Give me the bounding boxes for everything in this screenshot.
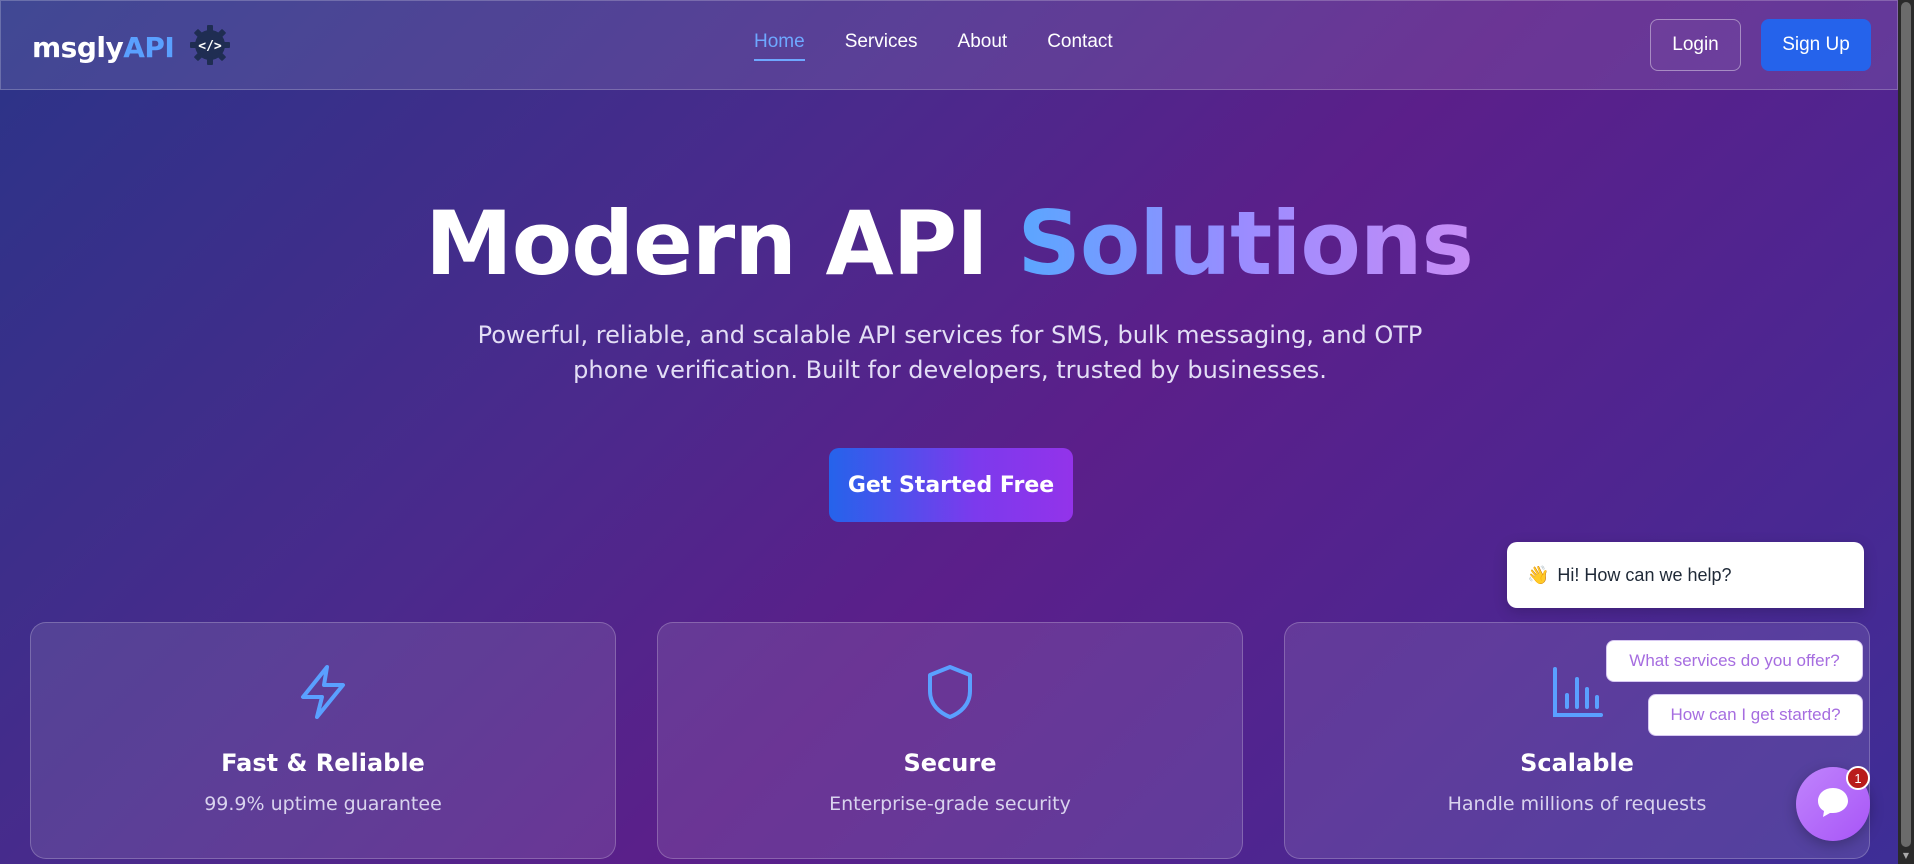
feature-card-fast: Fast & Reliable 99.9% uptime guarantee: [30, 622, 616, 859]
nav-home[interactable]: Home: [754, 31, 805, 61]
feature-desc: Handle millions of requests: [1447, 793, 1707, 815]
gear-code-icon: </>: [188, 23, 232, 67]
scroll-down-arrow-icon[interactable]: ▼: [1901, 850, 1911, 862]
nav-contact[interactable]: Contact: [1047, 31, 1112, 61]
chat-greeting[interactable]: 👋 Hi! How can we help?: [1507, 542, 1864, 608]
shield-icon: [922, 663, 978, 721]
feature-desc: 99.9% uptime guarantee: [204, 793, 442, 815]
signup-button[interactable]: Sign Up: [1761, 19, 1871, 71]
bar-chart-icon: [1549, 663, 1605, 721]
feature-title: Scalable: [1520, 749, 1634, 777]
chat-option-services[interactable]: What services do you offer?: [1606, 640, 1863, 682]
hero-title-main: Modern API: [425, 192, 989, 295]
logo[interactable]: msglyAPI </>: [32, 25, 232, 67]
feature-desc: Enterprise-grade security: [829, 793, 1071, 815]
get-started-button[interactable]: Get Started Free: [829, 448, 1073, 522]
svg-text:</>: </>: [199, 39, 223, 54]
site-header: msglyAPI </> Home Services About Contact…: [0, 0, 1898, 90]
hero-title-accent: Solutions: [1017, 192, 1474, 295]
feature-title: Secure: [903, 749, 997, 777]
page: msglyAPI </> Home Services About Contact…: [0, 0, 1898, 864]
hero-title: Modern API Solutions: [0, 195, 1898, 293]
nav-services[interactable]: Services: [845, 31, 918, 61]
scrollbar-thumb[interactable]: [1901, 2, 1911, 847]
chat-option-get-started[interactable]: How can I get started?: [1648, 694, 1863, 736]
nav-about[interactable]: About: [958, 31, 1008, 61]
feature-card-secure: Secure Enterprise-grade security: [657, 622, 1243, 859]
page-scrollbar[interactable]: ▼: [1898, 0, 1914, 864]
main-nav: Home Services About Contact: [754, 31, 1113, 61]
login-button[interactable]: Login: [1650, 19, 1741, 71]
wave-icon: 👋: [1527, 564, 1550, 585]
chat-bubble-icon: [1814, 783, 1852, 825]
chat-greeting-text: Hi! How can we help?: [1557, 564, 1732, 585]
unread-badge: 1: [1846, 766, 1870, 790]
lightning-icon: [295, 663, 351, 721]
feature-title: Fast & Reliable: [221, 749, 425, 777]
hero-subtitle: Powerful, reliable, and scalable API ser…: [477, 321, 1423, 384]
logo-text: msglyAPI: [32, 30, 175, 64]
